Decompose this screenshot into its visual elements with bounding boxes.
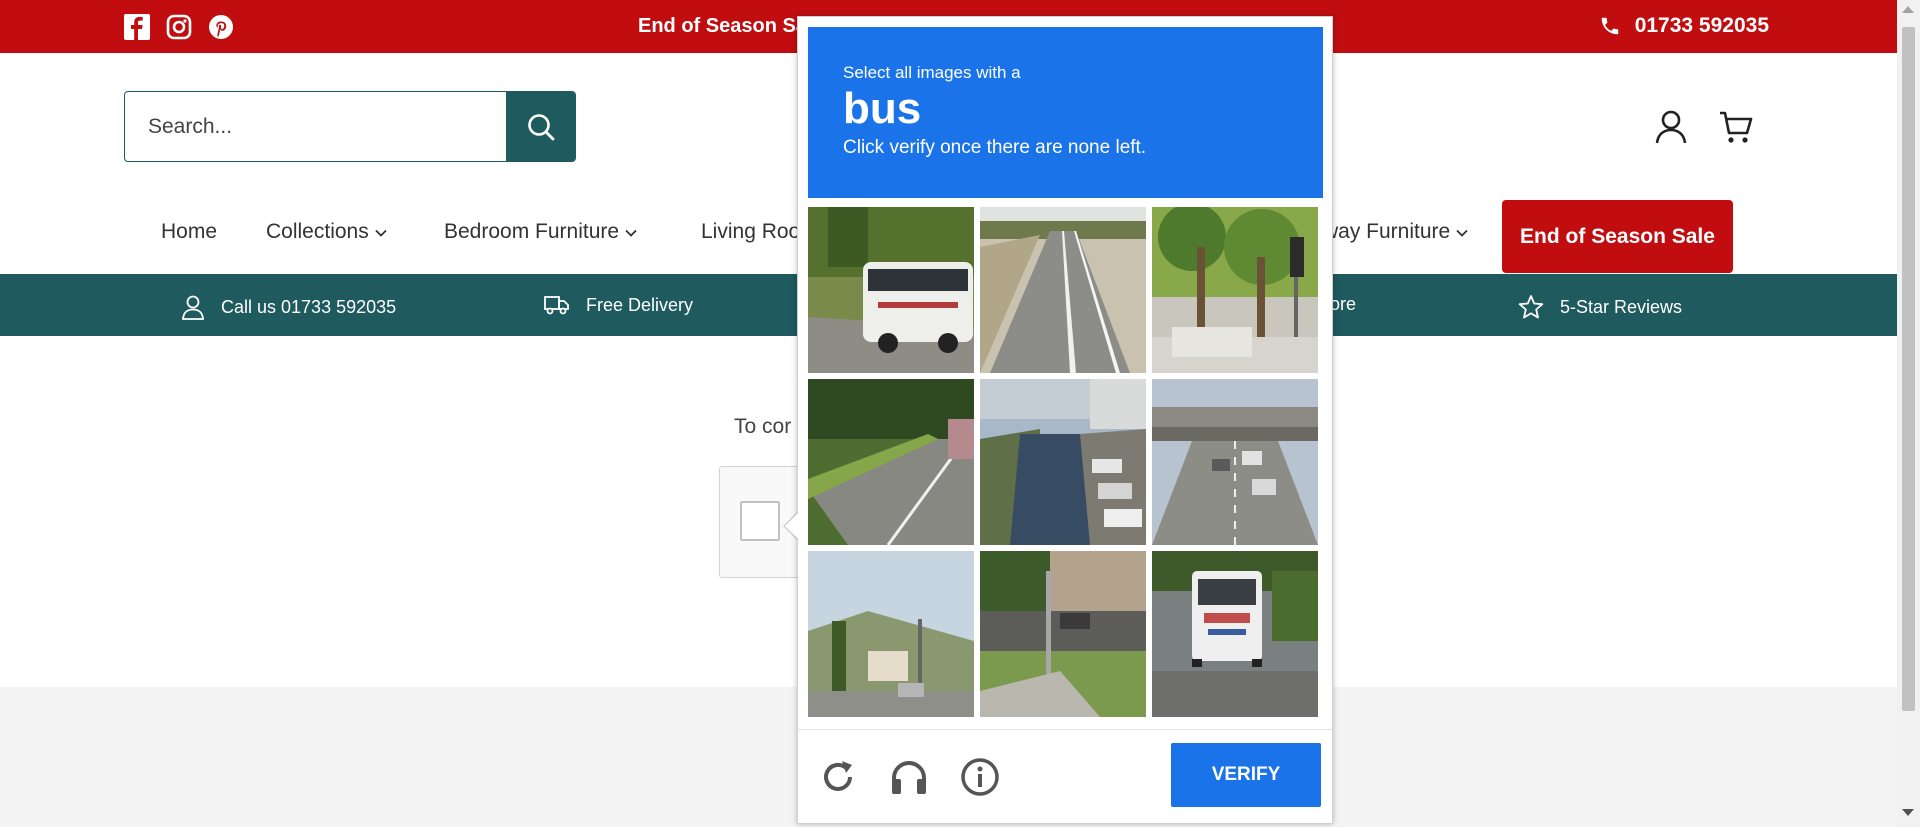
phone-number: 01733 592035 bbox=[1634, 14, 1769, 37]
nav-item-hallway-furniture[interactable]: way Furniture bbox=[1323, 220, 1468, 244]
info-icon bbox=[961, 758, 999, 796]
social-links bbox=[124, 14, 234, 40]
chevron-down-icon bbox=[625, 229, 637, 237]
scroll-thumb[interactable] bbox=[1902, 27, 1915, 711]
nav-label: Bedroom Furniture bbox=[444, 220, 620, 243]
page: End of Season Sa 01733 592035 Home Colle… bbox=[0, 0, 1920, 827]
search-form bbox=[124, 91, 576, 162]
usp-label: Call us 01733 592035 bbox=[221, 296, 397, 317]
phone-icon bbox=[1601, 17, 1618, 35]
usp-delivery[interactable]: Free Delivery bbox=[544, 294, 693, 316]
facebook-icon[interactable] bbox=[124, 14, 150, 40]
instagram-icon[interactable] bbox=[166, 14, 192, 40]
challenge-tile-5[interactable] bbox=[980, 379, 1146, 545]
challenge-header: Select all images with a bus Click verif… bbox=[808, 27, 1323, 198]
scrollbar[interactable] bbox=[1897, 0, 1920, 827]
usp-label: ore bbox=[1330, 294, 1357, 314]
challenge-tile-4[interactable] bbox=[808, 379, 974, 545]
usp-label: Free Delivery bbox=[586, 294, 694, 315]
headphones-icon bbox=[892, 761, 926, 794]
help-button[interactable] bbox=[958, 755, 1002, 799]
challenge-tile-3[interactable] bbox=[1152, 207, 1318, 373]
search-input[interactable] bbox=[125, 92, 506, 161]
usp-call[interactable]: Call us 01733 592035 bbox=[181, 294, 396, 320]
sale-announcement[interactable]: End of Season Sa bbox=[638, 15, 807, 38]
reload-button[interactable] bbox=[816, 755, 860, 799]
challenge-tile-1[interactable] bbox=[808, 207, 974, 373]
recaptcha-checkbox[interactable] bbox=[740, 501, 780, 541]
search-button[interactable] bbox=[506, 92, 575, 161]
chevron-down-icon bbox=[375, 229, 387, 237]
challenge-tile-2[interactable] bbox=[980, 207, 1146, 373]
tile-image bbox=[1152, 379, 1318, 545]
usp-label: 5-Star Reviews bbox=[1560, 296, 1683, 317]
tile-image bbox=[980, 551, 1146, 717]
usp-store[interactable]: ore bbox=[1330, 294, 1356, 315]
challenge-tile-8[interactable] bbox=[980, 551, 1146, 717]
cart-icon[interactable] bbox=[1718, 109, 1754, 145]
verify-button[interactable]: VERIFY bbox=[1171, 743, 1321, 807]
challenge-subtext: Click verify once there are none left. bbox=[843, 137, 1147, 158]
sale-nav-button[interactable]: End of Season Sale bbox=[1502, 200, 1733, 273]
scroll-up-arrow[interactable] bbox=[1902, 6, 1914, 13]
nav-label: Living Roo bbox=[701, 220, 801, 243]
challenge-tile-7[interactable] bbox=[808, 551, 974, 717]
nav-label: Home bbox=[161, 220, 218, 243]
tile-image bbox=[980, 207, 1146, 373]
challenge-keyword: bus bbox=[843, 84, 922, 133]
challenge-pointer-inner bbox=[785, 513, 798, 539]
challenge-tile-9[interactable] bbox=[1152, 551, 1318, 717]
audio-challenge-button[interactable] bbox=[887, 755, 931, 799]
search-icon bbox=[527, 113, 554, 140]
reload-icon bbox=[824, 761, 852, 791]
tile-image bbox=[1152, 207, 1318, 373]
captcha-challenge: Select all images with a bus Click verif… bbox=[797, 16, 1333, 824]
tile-image bbox=[808, 379, 974, 545]
nav-item-home[interactable]: Home bbox=[161, 220, 217, 244]
challenge-instruction: Select all images with a bbox=[843, 63, 1021, 82]
truck-icon bbox=[544, 296, 569, 315]
challenge-footer-divider bbox=[798, 729, 1332, 730]
nav-item-collections[interactable]: Collections bbox=[266, 220, 387, 244]
star-icon bbox=[1518, 295, 1544, 319]
chevron-down-icon bbox=[1456, 229, 1468, 237]
challenge-tile-6[interactable] bbox=[1152, 379, 1318, 545]
account-icon[interactable] bbox=[1654, 109, 1688, 145]
nav-label: Collections bbox=[266, 220, 369, 243]
captcha-prompt-text: To cor bbox=[734, 415, 792, 438]
phone-link[interactable]: 01733 592035 bbox=[1599, 14, 1769, 38]
nav-label: way Furniture bbox=[1323, 220, 1451, 243]
user-icon bbox=[182, 295, 204, 320]
nav-item-bedroom-furniture[interactable]: Bedroom Furniture bbox=[444, 220, 637, 244]
scroll-down-arrow[interactable] bbox=[1902, 809, 1914, 816]
tile-image bbox=[808, 207, 974, 373]
nav-item-living-room[interactable]: Living Roo bbox=[701, 220, 800, 244]
tile-image bbox=[980, 379, 1146, 545]
usp-reviews[interactable]: 5-Star Reviews bbox=[1518, 294, 1682, 320]
tile-image bbox=[1152, 551, 1318, 717]
tile-image bbox=[808, 551, 974, 717]
pinterest-icon[interactable] bbox=[208, 14, 234, 40]
